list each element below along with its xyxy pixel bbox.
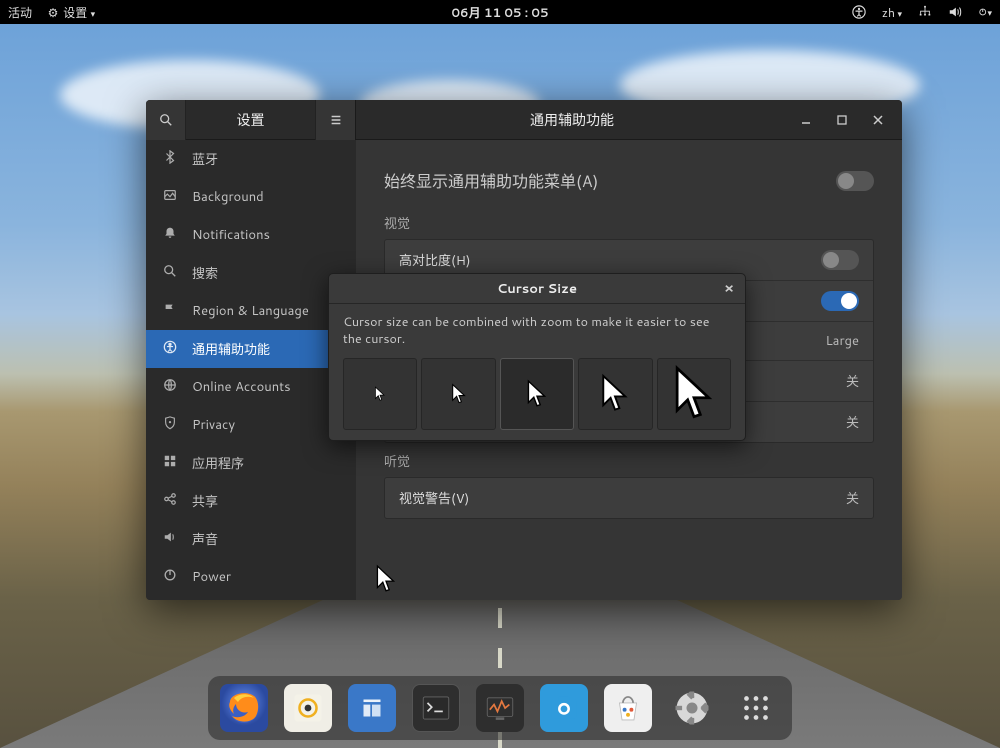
dock bbox=[208, 676, 792, 740]
background-icon bbox=[162, 188, 178, 207]
hamburger-icon bbox=[329, 113, 343, 127]
search-icon bbox=[162, 264, 178, 283]
search-icon bbox=[159, 113, 173, 127]
sidebar-item-label: Background bbox=[192, 188, 264, 206]
cursor-icon bbox=[600, 373, 630, 414]
cursor-icon bbox=[451, 383, 467, 405]
accessibility-icon[interactable] bbox=[852, 5, 866, 19]
sidebar-title: 设置 bbox=[186, 110, 315, 130]
section-hearing: 听觉 bbox=[384, 451, 874, 471]
row-visual-alerts[interactable]: 视觉警告(V) 关 bbox=[385, 478, 873, 518]
dock-terminal[interactable] bbox=[412, 684, 460, 732]
dock-rhythmbox[interactable] bbox=[284, 684, 332, 732]
region-icon bbox=[162, 302, 178, 321]
network-icon[interactable] bbox=[918, 5, 932, 19]
sidebar-item-label: Region & Language bbox=[192, 302, 309, 320]
sharing-icon bbox=[162, 492, 178, 511]
gear-icon: ⚙ bbox=[46, 5, 60, 19]
sidebar-item-search[interactable]: 搜索 bbox=[146, 254, 356, 292]
cursor-size-option-0[interactable] bbox=[343, 358, 417, 430]
sidebar-item-privacy[interactable]: Privacy bbox=[146, 406, 356, 444]
power-icon[interactable] bbox=[978, 5, 992, 19]
dock-software[interactable] bbox=[604, 684, 652, 732]
cursor-icon bbox=[374, 386, 386, 402]
privacy-icon bbox=[162, 416, 178, 435]
always-show-a11y-label: 始终显示通用辅助功能菜单(A) bbox=[384, 168, 598, 193]
applications-icon bbox=[162, 454, 178, 473]
sidebar-item-sharing[interactable]: 共享 bbox=[146, 482, 356, 520]
large-text-switch[interactable] bbox=[821, 291, 859, 311]
sidebar-item-label: Privacy bbox=[192, 416, 235, 434]
popover-title: Cursor Size × bbox=[329, 274, 745, 304]
window-titlebar: 设置 通用辅助功能 bbox=[146, 100, 902, 140]
accessibility-icon bbox=[162, 340, 178, 359]
sidebar-item-label: Online Accounts bbox=[192, 378, 291, 396]
hearing-list: 视觉警告(V) 关 bbox=[384, 477, 874, 519]
input-source[interactable]: zh bbox=[882, 4, 902, 21]
sidebar-search-button[interactable] bbox=[146, 100, 186, 140]
sidebar-item-accessibility[interactable]: 通用辅助功能 bbox=[146, 330, 356, 368]
app-menu[interactable]: ⚙ 设置 bbox=[46, 4, 95, 21]
cursor-icon bbox=[672, 364, 716, 423]
activities-button[interactable]: 活动 bbox=[8, 4, 32, 21]
cursor-size-option-3[interactable] bbox=[578, 358, 652, 430]
sidebar-item-region[interactable]: Region & Language bbox=[146, 292, 356, 330]
dock-settings[interactable] bbox=[668, 684, 716, 732]
sidebar-item-online-accounts[interactable]: Online Accounts bbox=[146, 368, 356, 406]
bluetooth-icon bbox=[162, 150, 178, 169]
dock-files[interactable] bbox=[348, 684, 396, 732]
gnome-topbar: 活动 ⚙ 设置 06月 11 05 : 05 zh bbox=[0, 0, 1000, 24]
always-show-a11y-switch[interactable] bbox=[836, 171, 874, 191]
sound-icon bbox=[162, 530, 178, 549]
sidebar-item-label: 声音 bbox=[192, 529, 218, 549]
sidebar-menu-button[interactable] bbox=[315, 100, 355, 140]
online-accounts-icon bbox=[162, 378, 178, 397]
high-contrast-switch[interactable] bbox=[821, 250, 859, 270]
sidebar-item-background[interactable]: Background bbox=[146, 178, 356, 216]
sidebar-item-label: Power bbox=[192, 568, 231, 586]
dock-firefox[interactable] bbox=[220, 684, 268, 732]
window-title: 通用辅助功能 bbox=[356, 100, 788, 139]
sidebar-item-label: 通用辅助功能 bbox=[192, 339, 270, 359]
sidebar-item-sound[interactable]: 声音 bbox=[146, 520, 356, 558]
cursor-size-options bbox=[343, 358, 731, 430]
cursor-size-option-1[interactable] bbox=[421, 358, 495, 430]
window-maximize[interactable] bbox=[824, 100, 860, 140]
window-close[interactable] bbox=[860, 100, 896, 140]
sidebar-item-label: 共享 bbox=[192, 491, 218, 511]
cursor-size-popover: Cursor Size × Cursor size can be combine… bbox=[328, 273, 746, 441]
sidebar-item-notifications[interactable]: Notifications bbox=[146, 216, 356, 254]
dock-screenshot[interactable] bbox=[540, 684, 588, 732]
sidebar-item-label: 搜索 bbox=[192, 263, 218, 283]
popover-close[interactable]: × bbox=[721, 280, 737, 296]
notifications-icon bbox=[162, 226, 178, 245]
power-icon bbox=[162, 568, 178, 587]
popover-description: Cursor size can be combined with zoom to… bbox=[343, 314, 731, 348]
window-minimize[interactable] bbox=[788, 100, 824, 140]
sidebar-item-label: 蓝牙 bbox=[192, 149, 218, 169]
sidebar-item-label: 应用程序 bbox=[192, 453, 244, 473]
clock[interactable]: 06月 11 05 : 05 bbox=[451, 4, 548, 21]
sidebar-item-applications[interactable]: 应用程序 bbox=[146, 444, 356, 482]
settings-sidebar: 蓝牙 Background Notifications 搜索 Region & Lang… bbox=[146, 140, 356, 600]
cursor-icon bbox=[526, 379, 548, 409]
section-seeing: 视觉 bbox=[384, 213, 874, 233]
mouse-cursor bbox=[374, 564, 398, 600]
volume-icon[interactable] bbox=[948, 5, 962, 19]
cursor-size-option-4[interactable] bbox=[657, 358, 731, 430]
cursor-size-option-2[interactable] bbox=[500, 358, 574, 430]
sidebar-item-power[interactable]: Power bbox=[146, 558, 356, 596]
sidebar-item-bluetooth[interactable]: 蓝牙 bbox=[146, 140, 356, 178]
dock-system-monitor[interactable] bbox=[476, 684, 524, 732]
sidebar-item-label: Notifications bbox=[192, 226, 270, 244]
dock-show-apps[interactable] bbox=[732, 684, 780, 732]
